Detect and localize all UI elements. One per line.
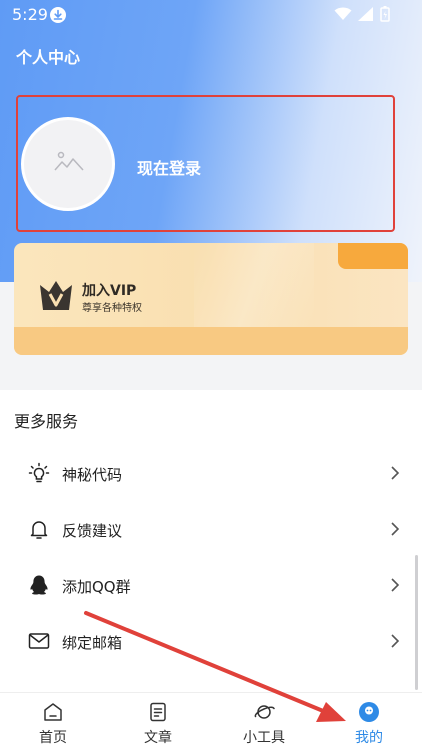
document-icon [150,702,166,722]
profile-icon [359,702,379,722]
vip-title: 加入VIP [82,283,137,299]
chevron-right-icon [391,578,400,592]
planet-icon [254,705,275,719]
tab-articles[interactable]: 文章 [118,693,198,750]
vip-card-bottom-band [14,327,408,355]
tab-tools[interactable]: 小工具 [224,693,304,750]
chevron-right-icon [391,634,400,648]
chevron-right-icon [391,466,400,480]
home-icon [44,703,62,721]
service-label: 绑定邮箱 [62,634,123,652]
login-button-label[interactable]: 现在登录 [137,155,201,179]
tab-label: 我的 [355,730,383,746]
signal-icon [358,7,373,21]
services-heading: 更多服务 [14,412,79,431]
service-label: 神秘代码 [62,466,123,484]
scrollbar[interactable] [415,555,418,690]
battery-icon [380,6,390,22]
status-bar: 5:29 [0,0,422,30]
status-time: 5:29 [12,5,48,24]
vip-card[interactable]: 加入VIP 尊享各种特权 [14,243,408,355]
qq-penguin-icon [30,575,48,595]
download-icon [50,7,66,23]
tab-label: 小工具 [243,730,285,746]
bottom-tab-bar: 首页 文章 小工具 我的 [0,692,422,750]
crown-icon [40,281,72,310]
vip-card-corner [338,243,408,269]
tab-profile[interactable]: 我的 [329,693,409,750]
wifi-icon [334,7,352,20]
image-placeholder-icon [54,151,84,171]
service-item-feedback[interactable]: 反馈建议 [0,503,422,555]
vip-card-shine [194,243,314,327]
mail-icon [28,633,50,649]
service-label: 反馈建议 [62,522,123,540]
service-label: 添加QQ群 [62,578,131,596]
login-card[interactable]: 现在登录 [16,95,395,232]
vip-subtitle: 尊享各种特权 [82,303,142,314]
service-item-join-qq-group[interactable]: 添加QQ群 [0,559,422,611]
chevron-right-icon [391,522,400,536]
service-item-bind-email[interactable]: 绑定邮箱 [0,615,422,667]
bell-icon [30,521,48,539]
tab-home[interactable]: 首页 [13,693,93,750]
page-title: 个人中心 [16,48,81,67]
tab-label: 文章 [144,730,172,746]
avatar[interactable] [21,117,115,211]
service-item-secret-code[interactable]: 神秘代码 [0,447,422,499]
tab-label: 首页 [39,730,67,746]
lightbulb-icon [28,462,50,483]
status-icons [334,6,390,22]
